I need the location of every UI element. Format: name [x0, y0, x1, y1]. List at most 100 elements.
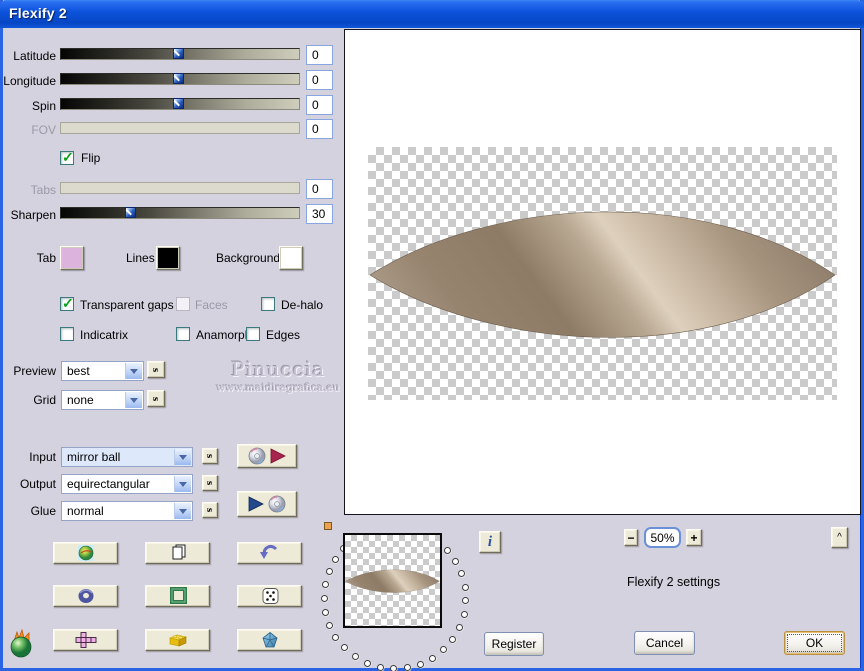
load-settings-button[interactable] — [237, 444, 297, 468]
dial-dot[interactable] — [325, 621, 333, 629]
zoom-out-button[interactable]: − — [624, 529, 638, 546]
latitude-label: Latitude — [13, 49, 56, 63]
dial-dot[interactable] — [341, 644, 348, 652]
sharpen-slider-thumb[interactable] — [125, 207, 136, 218]
brick-button[interactable] — [145, 629, 210, 651]
dice-icon — [262, 588, 278, 604]
settings-status-text: Flexify 2 settings — [627, 575, 721, 589]
latitude-value[interactable]: 0 — [306, 45, 333, 65]
transparent-gaps-checkbox[interactable]: ✓ — [60, 295, 74, 311]
info-button[interactable]: i — [479, 531, 501, 553]
output-combo[interactable]: equirectangular — [61, 474, 193, 494]
latitude-slider[interactable] — [60, 48, 300, 60]
collapse-button[interactable]: ^ — [831, 527, 848, 548]
ok-button-label: OK — [805, 636, 824, 650]
dial-dot[interactable] — [321, 581, 329, 589]
dial-dot[interactable] — [462, 597, 470, 605]
polyhedron-button[interactable] — [237, 629, 302, 651]
dial-dot[interactable] — [363, 659, 371, 667]
s-cycle-icon: s — [150, 396, 162, 401]
de-halo-checkbox[interactable] — [261, 297, 275, 311]
title-bar[interactable]: Flexify 2 — [0, 0, 864, 28]
lens-shape-image — [369, 211, 836, 338]
transparent-gaps-label: Transparent gaps — [80, 298, 174, 312]
dial-dot[interactable] — [444, 546, 452, 554]
dial-dot[interactable] — [331, 555, 339, 563]
chevron-down-icon[interactable] — [174, 503, 191, 519]
globe-button[interactable] — [53, 542, 118, 564]
glue-cycle-button[interactable]: s — [202, 502, 218, 518]
dial-dot[interactable] — [376, 663, 384, 671]
dial-dot[interactable] — [456, 623, 464, 631]
dial-dot[interactable] — [449, 635, 457, 643]
latitude-slider-thumb[interactable] — [173, 48, 184, 59]
cancel-button[interactable]: Cancel — [634, 631, 695, 655]
zoom-in-button[interactable]: + — [686, 529, 702, 546]
longitude-value[interactable]: 0 — [306, 70, 333, 90]
dial-dot[interactable] — [321, 608, 329, 616]
preview-combo-value: best — [67, 364, 90, 378]
tab-color-swatch[interactable] — [60, 246, 84, 270]
lines-swatch-label: Lines — [126, 251, 155, 265]
dial-dot[interactable] — [417, 660, 425, 668]
dial-dot[interactable] — [351, 653, 359, 661]
longitude-slider-thumb[interactable] — [173, 73, 184, 84]
grid-combo[interactable]: none — [61, 390, 144, 410]
chevron-down-icon[interactable] — [125, 363, 142, 379]
chevron-down-icon[interactable] — [125, 392, 142, 408]
dial-dot[interactable] — [458, 570, 466, 578]
grid-cycle-button[interactable]: s — [147, 390, 165, 407]
memory-slot-marker[interactable] — [324, 522, 332, 530]
anamorph-checkbox[interactable] — [176, 327, 190, 341]
background-color-swatch[interactable] — [279, 246, 303, 270]
ok-button[interactable]: OK — [784, 631, 845, 655]
longitude-slider[interactable] — [60, 73, 300, 85]
input-cycle-button[interactable]: s — [202, 448, 218, 464]
output-cycle-button[interactable]: s — [202, 475, 218, 491]
input-combo[interactable]: mirror ball — [61, 447, 193, 467]
preview-combo[interactable]: best — [61, 361, 144, 381]
sharpen-value[interactable]: 30 — [306, 204, 333, 224]
frame-button[interactable] — [145, 585, 210, 607]
tabs-value[interactable]: 0 — [306, 179, 333, 199]
dial-dot[interactable] — [452, 558, 460, 566]
indicatrix-checkbox[interactable] — [60, 327, 74, 341]
output-combo-value: equirectangular — [67, 477, 150, 491]
dial-dot[interactable] — [440, 646, 448, 654]
preview-pane[interactable] — [344, 29, 861, 515]
spin-slider-thumb[interactable] — [173, 98, 184, 109]
spin-slider[interactable] — [60, 98, 300, 110]
flip-checkbox[interactable]: ✓ — [60, 149, 74, 165]
register-button[interactable]: Register — [484, 632, 544, 656]
dial-dot[interactable] — [460, 610, 468, 618]
cube-net-button[interactable] — [53, 629, 118, 651]
glue-combo[interactable]: normal — [61, 501, 193, 521]
dice-button[interactable] — [237, 585, 302, 607]
dial-dot[interactable] — [320, 594, 328, 602]
dial-dot[interactable] — [429, 654, 437, 662]
torus-button[interactable] — [53, 585, 118, 607]
check-icon: ✓ — [62, 149, 74, 165]
chevron-down-icon[interactable] — [174, 449, 191, 465]
preview-cycle-button[interactable]: s — [147, 361, 165, 378]
dial-dot[interactable] — [332, 633, 340, 641]
image-transparency-checker — [368, 147, 837, 400]
copy-button[interactable] — [145, 542, 210, 564]
dial-dot[interactable] — [325, 568, 333, 576]
dial-dot[interactable] — [390, 665, 398, 671]
edges-checkbox[interactable] — [246, 327, 260, 341]
watermark-name: Pinuccia — [230, 357, 326, 381]
flip-label: Flip — [81, 151, 101, 165]
dial-dot[interactable] — [403, 664, 411, 671]
preview-thumbnail — [343, 533, 442, 628]
undo-button[interactable] — [237, 542, 302, 564]
save-settings-button[interactable] — [237, 491, 297, 517]
chevron-down-icon[interactable] — [174, 476, 191, 492]
fov-value[interactable]: 0 — [306, 119, 333, 139]
dial-dot[interactable] — [461, 583, 469, 591]
sharpen-slider[interactable] — [60, 207, 300, 219]
spin-label: Spin — [31, 99, 56, 113]
lines-color-swatch[interactable] — [156, 246, 180, 270]
spin-value[interactable]: 0 — [306, 95, 333, 115]
grid-combo-label: Grid — [33, 393, 56, 407]
